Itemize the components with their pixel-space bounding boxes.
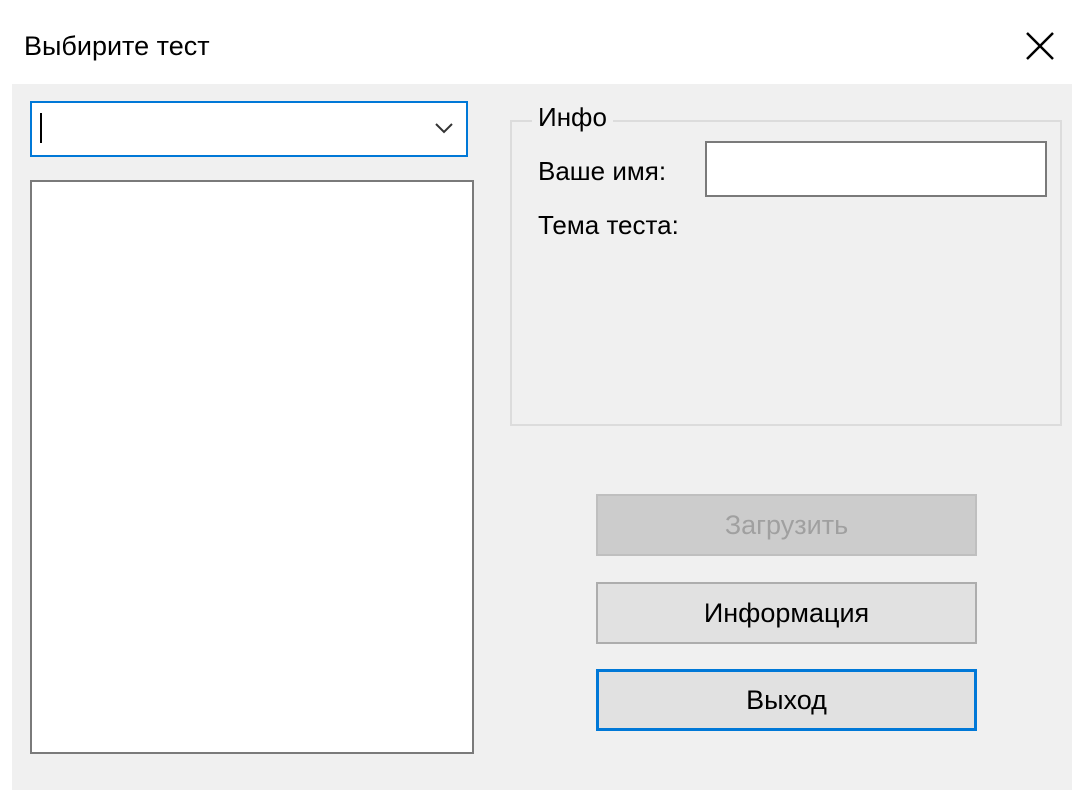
- dialog-window: Выбирите тест Инфо Ваше имя: Тема теста:…: [12, 8, 1072, 790]
- info-group-legend: Инфо: [532, 102, 613, 132]
- load-button[interactable]: Загрузить: [596, 494, 977, 556]
- close-button[interactable]: [1014, 20, 1066, 72]
- text-caret: [40, 113, 42, 143]
- window-title: Выбирите тест: [24, 31, 210, 61]
- info-button[interactable]: Информация: [596, 582, 977, 644]
- topic-label: Тема теста:: [538, 210, 679, 240]
- test-select-combobox[interactable]: [30, 101, 468, 157]
- name-label: Ваше имя:: [538, 156, 667, 186]
- name-input[interactable]: [705, 141, 1047, 197]
- close-icon: [1026, 32, 1054, 60]
- test-list[interactable]: [30, 180, 474, 754]
- info-group: Инфо Ваше имя: Тема теста:: [510, 102, 1062, 426]
- exit-button[interactable]: Выход: [596, 669, 977, 731]
- title-bar: Выбирите тест: [12, 8, 1072, 84]
- chevron-down-icon[interactable]: [434, 121, 454, 135]
